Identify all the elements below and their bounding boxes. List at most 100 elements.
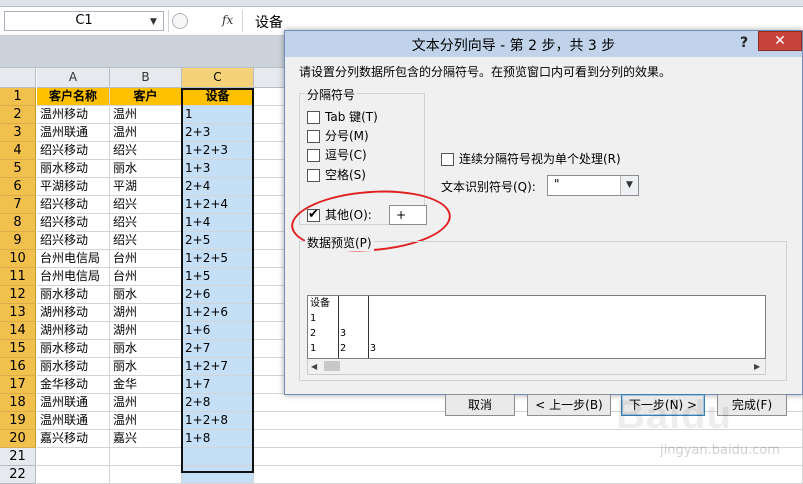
formula-bar-handle-icon[interactable] xyxy=(172,13,188,29)
table-cell[interactable]: 1+8 xyxy=(182,430,254,448)
checkbox-checked-icon[interactable] xyxy=(307,207,320,223)
row-header[interactable]: 3 xyxy=(0,124,36,142)
table-cell[interactable]: 绍兴 xyxy=(110,214,182,232)
row-header[interactable]: 5 xyxy=(0,160,36,178)
table-cell[interactable]: 绍兴移动 xyxy=(37,142,110,160)
name-box[interactable]: C1 xyxy=(4,11,164,31)
column-header[interactable]: A xyxy=(37,68,110,88)
row-header[interactable]: 16 xyxy=(0,358,36,376)
table-cell[interactable]: 1+5 xyxy=(182,268,254,286)
row-header[interactable]: 21 xyxy=(0,448,36,466)
table-cell[interactable]: 2+4 xyxy=(182,178,254,196)
column-header[interactable]: B xyxy=(110,68,182,88)
row-header[interactable]: 14 xyxy=(0,322,36,340)
chevron-down-icon[interactable]: ▼ xyxy=(620,176,638,195)
table-cell[interactable]: 丽水 xyxy=(110,160,182,178)
table-cell[interactable]: 丽水 xyxy=(110,358,182,376)
table-cell[interactable]: 台州电信局 xyxy=(37,250,110,268)
scroll-right-icon[interactable]: ▶ xyxy=(754,362,760,371)
checkbox-box[interactable] xyxy=(441,153,454,166)
table-cell[interactable]: 湖州 xyxy=(110,322,182,340)
insert-function-icon[interactable]: fx xyxy=(222,13,233,27)
table-cell[interactable]: 丽水移动 xyxy=(37,286,110,304)
back-button[interactable]: < 上一步(B) xyxy=(527,394,611,416)
table-cell[interactable]: 2+8 xyxy=(182,394,254,412)
table-cell[interactable] xyxy=(110,466,182,484)
row-header[interactable]: 1 xyxy=(0,88,36,106)
table-cell[interactable]: 2+5 xyxy=(182,232,254,250)
table-cell[interactable]: 台州 xyxy=(110,250,182,268)
table-cell[interactable] xyxy=(182,466,254,484)
table-cell[interactable]: 平湖移动 xyxy=(37,178,110,196)
table-cell[interactable] xyxy=(182,448,254,466)
table-cell[interactable]: 2+3 xyxy=(182,124,254,142)
table-cell[interactable]: 1+7 xyxy=(182,376,254,394)
row-header[interactable]: 2 xyxy=(0,106,36,124)
table-cell[interactable]: 1+2+7 xyxy=(182,358,254,376)
row-header[interactable]: 20 xyxy=(0,430,36,448)
column-header[interactable]: C xyxy=(182,68,254,88)
checkbox-box[interactable] xyxy=(307,149,320,162)
table-cell[interactable]: 1+4 xyxy=(182,214,254,232)
text-qualifier-select[interactable]: " ▼ xyxy=(547,175,639,196)
table-cell[interactable]: 1+2+4 xyxy=(182,196,254,214)
table-cell[interactable]: 嘉兴 xyxy=(110,430,182,448)
table-cell[interactable]: 设备 xyxy=(182,88,254,106)
table-cell[interactable]: 温州联通 xyxy=(37,394,110,412)
data-preview-box[interactable]: 设备123123 ▲ ▼ xyxy=(307,295,766,359)
table-cell[interactable]: 台州 xyxy=(110,268,182,286)
table-cell[interactable]: 台州电信局 xyxy=(37,268,110,286)
table-cell[interactable]: 湖州移动 xyxy=(37,304,110,322)
checkbox-box[interactable] xyxy=(307,130,320,143)
table-cell[interactable]: 温州 xyxy=(110,124,182,142)
table-cell[interactable]: 温州 xyxy=(110,106,182,124)
table-cell[interactable]: 丽水 xyxy=(110,340,182,358)
table-cell[interactable]: 金华移动 xyxy=(37,376,110,394)
table-cell[interactable] xyxy=(254,466,803,484)
table-cell[interactable]: 1+2+8 xyxy=(182,412,254,430)
dialog-titlebar[interactable]: 文本分列向导 - 第 2 步，共 3 步 ? ✕ xyxy=(285,31,802,57)
close-button[interactable]: ✕ xyxy=(758,31,802,51)
table-cell[interactable]: 嘉兴移动 xyxy=(37,430,110,448)
table-cell[interactable]: 湖州移动 xyxy=(37,322,110,340)
row-header[interactable]: 11 xyxy=(0,268,36,286)
row-header[interactable]: 9 xyxy=(0,232,36,250)
table-cell[interactable]: 1+2+3 xyxy=(182,142,254,160)
table-cell[interactable]: 客户 xyxy=(110,88,182,106)
table-cell[interactable]: 金华 xyxy=(110,376,182,394)
row-header[interactable]: 12 xyxy=(0,286,36,304)
help-button[interactable]: ? xyxy=(732,32,756,54)
table-cell[interactable]: 1+3 xyxy=(182,160,254,178)
row-header[interactable]: 6 xyxy=(0,178,36,196)
name-box-dropdown-icon[interactable]: ▼ xyxy=(150,17,157,27)
table-cell[interactable]: 绍兴移动 xyxy=(37,232,110,250)
table-cell[interactable]: 丽水移动 xyxy=(37,340,110,358)
table-cell[interactable]: 绍兴 xyxy=(110,142,182,160)
table-cell[interactable]: 2+6 xyxy=(182,286,254,304)
table-cell[interactable]: 温州联通 xyxy=(37,412,110,430)
scrollbar-thumb[interactable] xyxy=(324,361,340,371)
scroll-left-icon[interactable]: ◀ xyxy=(311,362,317,371)
row-header[interactable]: 7 xyxy=(0,196,36,214)
table-cell[interactable]: 温州移动 xyxy=(37,106,110,124)
row-header[interactable]: 10 xyxy=(0,250,36,268)
table-cell[interactable]: 1+2+6 xyxy=(182,304,254,322)
table-cell[interactable]: 客户名称 xyxy=(37,88,110,106)
row-header[interactable]: 13 xyxy=(0,304,36,322)
table-cell[interactable]: 温州 xyxy=(110,394,182,412)
table-cell[interactable]: 丽水移动 xyxy=(37,160,110,178)
table-cell[interactable]: 2+7 xyxy=(182,340,254,358)
table-cell[interactable]: 温州联通 xyxy=(37,124,110,142)
checkbox-box[interactable] xyxy=(307,111,320,124)
table-cell[interactable]: 1+6 xyxy=(182,322,254,340)
table-cell[interactable]: 湖州 xyxy=(110,304,182,322)
table-cell[interactable]: 丽水移动 xyxy=(37,358,110,376)
table-cell[interactable]: 绍兴 xyxy=(110,196,182,214)
row-header[interactable]: 17 xyxy=(0,376,36,394)
table-cell[interactable]: 绍兴 xyxy=(110,232,182,250)
formula-input[interactable]: 设备 xyxy=(255,12,283,32)
row-header[interactable]: 22 xyxy=(0,466,36,484)
table-cell[interactable]: 平湖 xyxy=(110,178,182,196)
table-cell[interactable]: 绍兴移动 xyxy=(37,214,110,232)
cancel-button[interactable]: 取消 xyxy=(445,394,515,416)
